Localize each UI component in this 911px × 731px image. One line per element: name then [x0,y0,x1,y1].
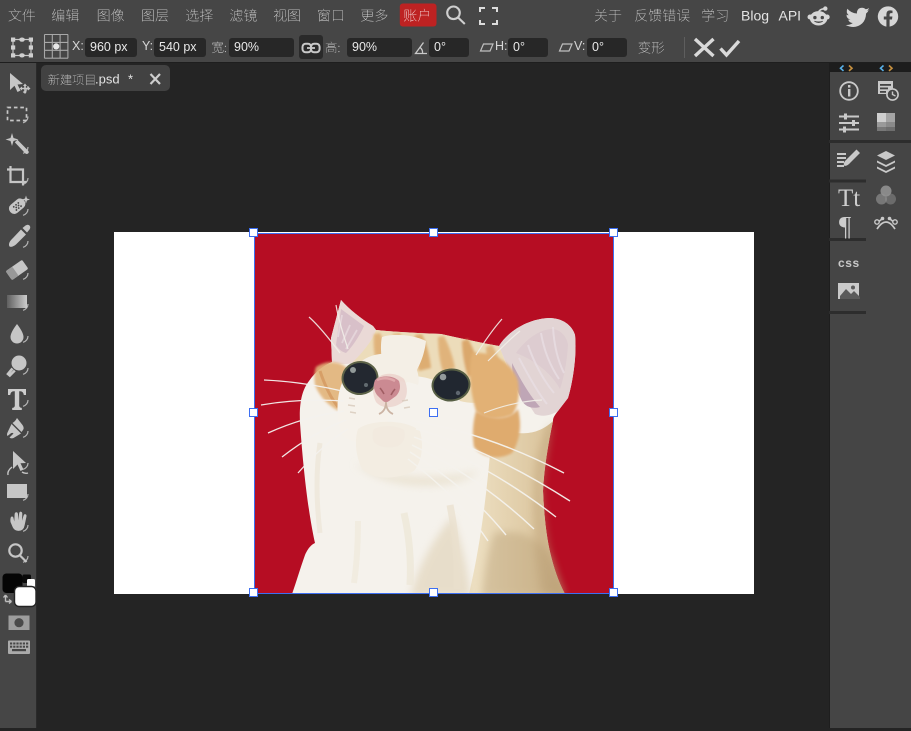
svg-text:Blog: Blog [741,8,769,24]
svg-text:API: API [779,8,802,24]
svg-text:*: * [128,72,133,87]
svg-text:css: css [838,256,860,270]
svg-text:.psd: .psd [95,72,120,87]
svg-text:¶: ¶ [839,211,851,241]
svg-text:Tt: Tt [838,185,860,212]
